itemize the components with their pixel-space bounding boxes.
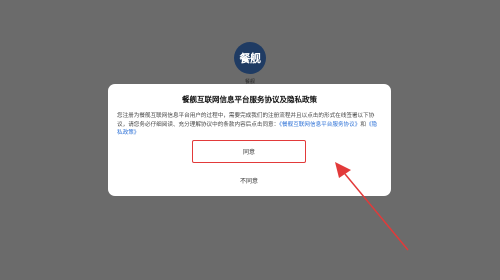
annotation-arrow <box>335 162 409 251</box>
annotation-arrow-line <box>344 173 409 251</box>
annotation-arrow-head <box>335 162 351 178</box>
